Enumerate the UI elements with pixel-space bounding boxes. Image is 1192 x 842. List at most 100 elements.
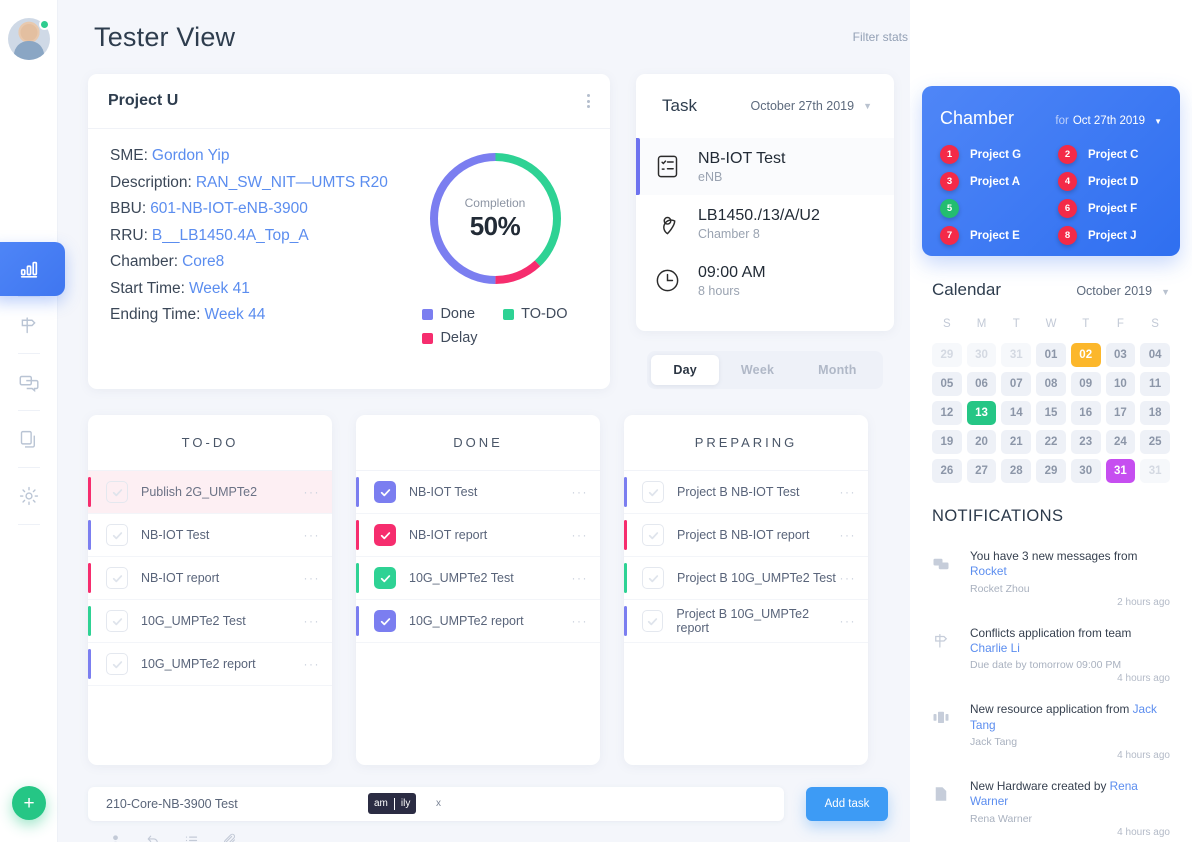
chamber-date[interactable]: for Oct 27th 2019 bbox=[1055, 115, 1145, 127]
card-checkbox[interactable] bbox=[374, 481, 396, 503]
more-options-icon[interactable]: ··· bbox=[572, 614, 589, 628]
calendar-day[interactable]: 31 bbox=[1140, 459, 1170, 483]
chamber-item[interactable]: 5 bbox=[940, 199, 1044, 218]
field-value[interactable]: RAN_SW_NIT—UMTS R20 bbox=[196, 174, 388, 191]
chamber-item[interactable]: 1 Project G bbox=[940, 145, 1044, 164]
field-value[interactable]: B__LB1450.4A_Top_A bbox=[152, 227, 309, 244]
avatar[interactable] bbox=[7, 18, 50, 60]
calendar-day[interactable]: 21 bbox=[1001, 430, 1032, 454]
field-value[interactable]: Week 44 bbox=[204, 306, 265, 323]
sidebar-item-settings[interactable] bbox=[0, 468, 58, 524]
notification-item[interactable]: New resource application from Jack Tang J… bbox=[932, 693, 1170, 770]
kanban-card[interactable]: NB-IOT Test ··· bbox=[88, 514, 332, 557]
chamber-item[interactable]: 2 Project C bbox=[1058, 145, 1162, 164]
notification-link[interactable]: Rocket bbox=[970, 564, 1007, 578]
chevron-down-icon[interactable]: ▼ bbox=[1161, 287, 1170, 297]
calendar-day[interactable]: 11 bbox=[1140, 372, 1170, 396]
calendar-day[interactable]: 29 bbox=[932, 343, 962, 367]
kanban-card[interactable]: Project B NB-IOT report ··· bbox=[624, 514, 868, 557]
kanban-card[interactable]: Project B NB-IOT Test ··· bbox=[624, 471, 868, 514]
calendar-day[interactable]: 26 bbox=[932, 459, 962, 483]
more-options-icon[interactable]: ··· bbox=[304, 614, 321, 628]
more-options-icon[interactable]: ··· bbox=[572, 528, 589, 542]
calendar-day[interactable]: 13 bbox=[966, 401, 997, 425]
calendar-day[interactable]: 30 bbox=[966, 343, 997, 367]
calendar-day[interactable]: 23 bbox=[1070, 430, 1101, 454]
card-checkbox[interactable] bbox=[374, 567, 396, 589]
kanban-card[interactable]: Project B 10G_UMPTe2 report ··· bbox=[624, 600, 868, 643]
task-row-time[interactable]: 09:00 AM 8 hours bbox=[636, 252, 894, 309]
calendar-day[interactable]: 30 bbox=[1070, 459, 1101, 483]
calendar-day[interactable]: 16 bbox=[1070, 401, 1101, 425]
card-checkbox[interactable] bbox=[642, 481, 664, 503]
kanban-card[interactable]: 10G_UMPTe2 report ··· bbox=[356, 600, 600, 643]
kanban-card[interactable]: Publish 2G_UMPTe2 ··· bbox=[88, 471, 332, 514]
calendar-day[interactable]: 10 bbox=[1105, 372, 1136, 396]
chamber-item[interactable]: 7 Project E bbox=[940, 226, 1044, 245]
field-value[interactable]: Week 41 bbox=[189, 280, 250, 297]
chevron-down-icon[interactable]: ▼ bbox=[863, 101, 872, 111]
add-task-button[interactable]: Add task bbox=[806, 787, 888, 821]
list-icon[interactable] bbox=[184, 833, 199, 842]
calendar-day[interactable]: 25 bbox=[1140, 430, 1170, 454]
calendar-day[interactable]: 28 bbox=[1001, 459, 1032, 483]
notification-item[interactable]: Conflicts application from team Charlie … bbox=[932, 617, 1170, 694]
calendar-day[interactable]: 17 bbox=[1105, 401, 1136, 425]
sidebar-item-messages[interactable] bbox=[0, 354, 58, 410]
more-options-icon[interactable]: ··· bbox=[840, 485, 857, 499]
more-options-icon[interactable]: ··· bbox=[840, 528, 857, 542]
calendar-day[interactable]: 03 bbox=[1105, 343, 1136, 367]
calendar-day[interactable]: 31 bbox=[1105, 459, 1136, 483]
calendar-day[interactable]: 01 bbox=[1036, 343, 1066, 367]
calendar-day[interactable]: 20 bbox=[966, 430, 997, 454]
kanban-card[interactable]: NB-IOT report ··· bbox=[356, 514, 600, 557]
task-row-location[interactable]: LB1450./13/A/U2 Chamber 8 bbox=[636, 195, 894, 252]
card-checkbox[interactable] bbox=[642, 567, 664, 589]
chamber-item[interactable]: 3 Project A bbox=[940, 172, 1044, 191]
card-checkbox[interactable] bbox=[642, 524, 664, 546]
task-row-test[interactable]: NB-IOT Test eNB bbox=[636, 138, 894, 195]
calendar-month[interactable]: October 2019 bbox=[1076, 284, 1152, 298]
more-options-icon[interactable]: ··· bbox=[840, 571, 857, 585]
card-checkbox[interactable] bbox=[106, 481, 128, 503]
kanban-card[interactable]: 10G_UMPTe2 report ··· bbox=[88, 643, 332, 686]
notification-link[interactable]: Jack Tang bbox=[970, 702, 1157, 731]
more-options-icon[interactable]: ··· bbox=[304, 528, 321, 542]
calendar-day[interactable]: 12 bbox=[932, 401, 962, 425]
calendar-day[interactable]: 07 bbox=[1001, 372, 1032, 396]
card-checkbox[interactable] bbox=[642, 610, 664, 632]
notification-link[interactable]: Rena Warner bbox=[970, 779, 1138, 808]
calendar-day[interactable]: 19 bbox=[932, 430, 962, 454]
calendar-day[interactable]: 15 bbox=[1036, 401, 1066, 425]
field-value[interactable]: Core8 bbox=[182, 253, 224, 270]
notification-link[interactable]: Charlie Li bbox=[970, 641, 1020, 655]
person-icon[interactable] bbox=[108, 833, 123, 842]
add-task-input[interactable]: 210-Core-NB-3900 Test am ily x bbox=[88, 787, 784, 821]
kanban-card[interactable]: NB-IOT report ··· bbox=[88, 557, 332, 600]
more-options-icon[interactable]: ··· bbox=[572, 485, 589, 499]
notification-item[interactable]: You have 3 new messages from Rocket Rocke… bbox=[932, 540, 1170, 617]
calendar-day[interactable]: 22 bbox=[1036, 430, 1066, 454]
more-options-icon[interactable]: ··· bbox=[572, 571, 589, 585]
calendar-day[interactable]: 18 bbox=[1140, 401, 1170, 425]
kanban-card[interactable]: 10G_UMPTe2 Test ··· bbox=[356, 557, 600, 600]
calendar-day[interactable]: 05 bbox=[932, 372, 962, 396]
chevron-down-icon[interactable]: ▼ bbox=[1154, 117, 1162, 126]
paperclip-icon[interactable] bbox=[222, 833, 237, 842]
kanban-card[interactable]: 10G_UMPTe2 Test ··· bbox=[88, 600, 332, 643]
card-checkbox[interactable] bbox=[106, 653, 128, 675]
more-options-icon[interactable]: ··· bbox=[304, 657, 321, 671]
chamber-item[interactable]: 4 Project D bbox=[1058, 172, 1162, 191]
inline-edit-chip[interactable]: am ily bbox=[368, 793, 417, 814]
card-checkbox[interactable] bbox=[106, 524, 128, 546]
card-checkbox[interactable] bbox=[106, 567, 128, 589]
field-value[interactable]: 601-NB-IOT-eNB-3900 bbox=[150, 200, 308, 217]
kebab-menu-icon[interactable] bbox=[587, 94, 590, 108]
chamber-item[interactable]: 8 Project J bbox=[1058, 226, 1162, 245]
calendar-day[interactable]: 27 bbox=[966, 459, 997, 483]
more-options-icon[interactable]: ··· bbox=[304, 571, 321, 585]
calendar-day[interactable]: 02 bbox=[1070, 343, 1101, 367]
chamber-item[interactable]: 6 Project F bbox=[1058, 199, 1162, 218]
task-date[interactable]: October 27th 2019 bbox=[751, 99, 855, 113]
calendar-day[interactable]: 08 bbox=[1036, 372, 1066, 396]
